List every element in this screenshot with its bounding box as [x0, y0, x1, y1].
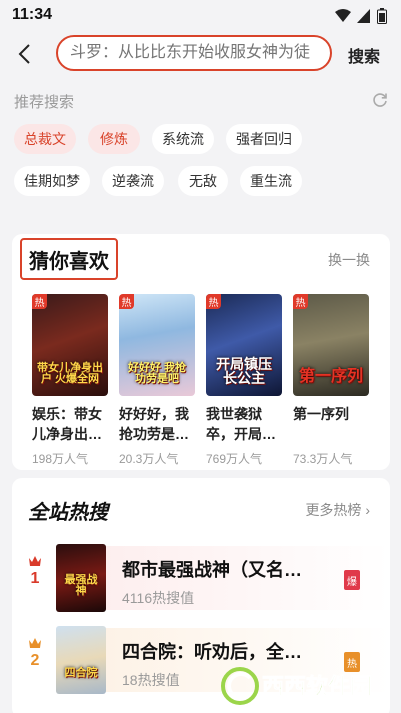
guess-title: 猜你喜欢: [29, 250, 109, 273]
tag-label: 修炼: [100, 131, 128, 147]
watermark-text: 西西软件园: [262, 674, 372, 699]
tag-jiaqi[interactable]: 佳期如梦: [14, 166, 90, 196]
hot-badge: 热: [206, 294, 221, 309]
tag-label: 总裁文: [24, 131, 66, 147]
book-popularity: 73.3万人气: [293, 452, 353, 466]
book-cover: 热 好好好 我抢功劳是吧: [119, 294, 195, 396]
tag-label: 强者回归: [236, 131, 292, 147]
hot-badge: 热: [293, 294, 308, 309]
hot-badge: 热: [119, 294, 134, 309]
back-arrow-icon: [18, 44, 30, 64]
cover-text: 好好好 我抢功劳是吧: [127, 361, 187, 386]
row-count: 4116热搜值: [122, 590, 195, 606]
more-hot-button[interactable]: 更多热榜 ›: [305, 500, 370, 520]
tag-label: 逆袭流: [112, 173, 154, 189]
status-bar: 11:34: [0, 0, 401, 30]
search-input[interactable]: [58, 37, 330, 69]
status-icons: [335, 8, 387, 24]
book-cover: 热 带女儿净身出户 火爆全网: [32, 294, 108, 396]
chevron-right-icon: ›: [365, 502, 370, 518]
watermark-logo: 西西软件园 CR173.COM: [221, 667, 390, 708]
refresh-icon: [373, 93, 387, 107]
book-card[interactable]: 热 第一序列 第一序列 73.3万人气: [293, 294, 369, 467]
row-title: 四合院：听劝后，全…: [122, 642, 302, 662]
row-title: 都市最强战神（又名…: [122, 560, 302, 580]
tag-chongsheng[interactable]: 重生流: [240, 166, 302, 196]
hot-badge: 热: [32, 294, 47, 309]
more-hot-label: 更多热榜: [305, 502, 362, 518]
search-box[interactable]: [56, 35, 332, 71]
cover-text: 第一序列: [298, 368, 363, 386]
tag-xiulian[interactable]: 修炼: [88, 124, 140, 154]
cover-text: 四合院: [64, 667, 98, 680]
cover-text: 最强战神: [64, 573, 98, 598]
tag-label: 佳期如梦: [24, 173, 80, 189]
book-title: 我世袭狱卒，开局…: [206, 406, 276, 442]
book-cover: 热 开局镇压 长公主: [206, 294, 282, 396]
tag-zongcai[interactable]: 总裁文: [14, 124, 76, 154]
hot-search-row[interactable]: 1 最强战神 都市最强战神（又名… 4116热搜值 爆: [12, 544, 390, 616]
recommended-title: 推荐搜索: [14, 94, 75, 111]
row-cover: 四合院: [56, 626, 106, 694]
tag-wudi[interactable]: 无敌: [178, 166, 228, 196]
row-cover: 最强战神: [56, 544, 106, 612]
guess-card: 猜你喜欢 换一换 热 带女儿净身出户 火爆全网 娱乐：带女儿净身出… 198万人…: [12, 234, 390, 470]
hot-search-title: 全站热搜: [28, 502, 108, 524]
book-title: 娱乐：带女儿净身出…: [32, 406, 102, 442]
tag-qiangzhe[interactable]: 强者回归: [226, 124, 302, 154]
tag-label: 无敌: [189, 173, 217, 189]
book-title: 好好好，我抢功劳是…: [119, 406, 189, 442]
battery-icon: [377, 8, 387, 24]
signal-icon: [357, 9, 370, 23]
refresh-button[interactable]: [371, 91, 389, 109]
book-card[interactable]: 热 开局镇压 长公主 我世袭狱卒，开局… 769万人气: [206, 294, 282, 467]
book-card[interactable]: 热 好好好 我抢功劳是吧 好好好，我抢功劳是… 20.3万人气: [119, 294, 195, 467]
book-popularity: 198万人气: [32, 452, 89, 466]
wifi-icon: [335, 9, 351, 22]
tag-xitongliu[interactable]: 系统流: [152, 124, 214, 154]
tag-label: 重生流: [250, 173, 292, 189]
row-count: 18热搜值: [122, 672, 180, 688]
search-button[interactable]: 搜索: [348, 43, 380, 67]
tag-nixiliu[interactable]: 逆袭流: [102, 166, 164, 196]
back-button[interactable]: [14, 40, 38, 68]
row-badge: 爆: [344, 570, 360, 590]
rank-number: 2: [30, 652, 40, 669]
crown-icon: [29, 638, 41, 648]
status-time: 11:34: [12, 6, 53, 23]
book-popularity: 769万人气: [206, 452, 263, 466]
tag-label: 系统流: [162, 131, 204, 147]
cover-text: 开局镇压 长公主: [216, 355, 272, 387]
crown-icon: [29, 556, 41, 566]
watermark-sub: CR173.COM: [344, 699, 390, 708]
swap-button[interactable]: 换一换: [328, 250, 370, 270]
cover-text: 带女儿净身出户 火爆全网: [37, 361, 103, 386]
book-cover: 热 第一序列: [293, 294, 369, 396]
book-title: 第一序列: [293, 406, 349, 422]
book-card[interactable]: 热 带女儿净身出户 火爆全网 娱乐：带女儿净身出… 198万人气: [32, 294, 108, 467]
rank-number: 1: [30, 570, 40, 587]
book-popularity: 20.3万人气: [119, 452, 179, 466]
guess-title-box: 猜你喜欢: [20, 238, 118, 280]
